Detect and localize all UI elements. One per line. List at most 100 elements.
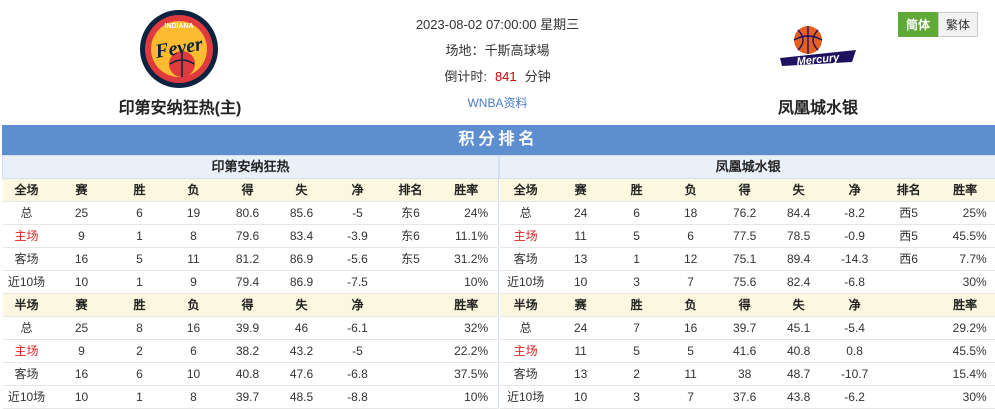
away-standings-table: 凤凰城水银 全场赛胜负得失净排名 胜率总 24 6 18 76.2 84.4 -8.2 西5 25%… [499, 155, 995, 409]
table-cell: -5 [328, 339, 387, 363]
table-cell [386, 339, 435, 363]
table-cell: 客场 [2, 247, 51, 271]
table-cell: -8.8 [328, 385, 387, 409]
table-cell: 37.5% [434, 362, 499, 386]
column-header: 赛 [50, 178, 113, 202]
column-header: 赛 [551, 178, 610, 202]
table-row: 主场 9 2 6 38.2 43.2 -5 22.2% [2, 339, 499, 363]
column-header: 胜 [609, 293, 664, 317]
fever-logo-icon[interactable]: INDIANA Fever [138, 8, 220, 90]
column-header: 失 [771, 178, 826, 202]
table-row: 客场 13 1 12 75.1 89.4 -14.3 西6 7.7% [499, 247, 995, 271]
table-cell: 东6 [386, 224, 435, 248]
column-header: 全场 [2, 178, 51, 202]
mercury-logo-icon[interactable]: Mercury [778, 22, 858, 72]
table-cell: 13 [551, 247, 610, 271]
column-header: 净 [328, 178, 387, 202]
column-header: 负 [166, 293, 221, 317]
table-cell: 近10场 [2, 385, 51, 409]
column-header: 净 [328, 293, 387, 317]
table-cell [883, 362, 934, 386]
traditional-chinese-button[interactable]: 繁体 [938, 12, 978, 37]
table-cell: 39.7 [717, 316, 772, 340]
home-team-name[interactable]: 印第安纳狂热(主) [80, 94, 280, 118]
table-cell: 10% [434, 385, 499, 409]
table-cell: 89.4 [771, 247, 826, 271]
table-cell: 86.9 [274, 270, 329, 294]
table-cell: 东6 [386, 201, 435, 225]
countdown-label: 倒计时: [444, 69, 487, 84]
table-cell: 总 [499, 201, 552, 225]
table-cell: 6 [112, 362, 167, 386]
table-cell: 18 [663, 201, 718, 225]
table-cell: 81.2 [220, 247, 275, 271]
table-cell: 47.6 [274, 362, 329, 386]
table-cell: 48.7 [771, 362, 826, 386]
table-cell: -8.2 [825, 201, 884, 225]
countdown-unit: 分钟 [524, 69, 551, 84]
table-cell: 38 [717, 362, 772, 386]
table-cell: 9 [50, 339, 113, 363]
table-cell: 25 [50, 316, 113, 340]
table-cell: 总 [2, 316, 51, 340]
table-cell: 39.9 [220, 316, 275, 340]
table-row: 总 24 7 16 39.7 45.1 -5.4 29.2% [499, 316, 995, 340]
table-cell: 12 [663, 247, 718, 271]
table-cell: 16 [50, 362, 113, 386]
table-cell: 11 [166, 247, 221, 271]
table-row: 近10场 10 1 8 39.7 48.5 -8.8 10% [2, 385, 499, 409]
table-cell: 近10场 [499, 270, 552, 294]
table-cell: 7 [609, 316, 664, 340]
table-cell: 主场 [2, 224, 51, 248]
table-cell: 近10场 [499, 385, 552, 409]
table-cell: 1 [609, 247, 664, 271]
column-header: 负 [166, 178, 221, 202]
table-cell: 31.2% [434, 247, 499, 271]
table-cell: 11 [551, 224, 610, 248]
table-cell: 22.2% [434, 339, 499, 363]
table-cell: -6.1 [328, 316, 387, 340]
table-cell: 75.1 [717, 247, 772, 271]
simplified-chinese-button[interactable]: 简体 [898, 12, 938, 37]
table-row: 客场 16 5 11 81.2 86.9 -5.6 东5 31.2% [2, 247, 499, 271]
table-cell: -10.7 [825, 362, 884, 386]
column-header: 净 [825, 293, 884, 317]
table-cell [386, 362, 435, 386]
countdown-value: 841 [494, 69, 517, 84]
standings-team-name: 凤凰城水银 [499, 155, 995, 179]
column-header: 得 [220, 293, 275, 317]
table-cell: 0.8 [825, 339, 884, 363]
table-cell: 10% [434, 270, 499, 294]
column-header: 赛 [551, 293, 610, 317]
table-row: 主场 11 5 6 77.5 78.5 -0.9 西5 45.5% [499, 224, 995, 248]
table-cell: 6 [609, 201, 664, 225]
table-cell: 总 [2, 201, 51, 225]
table-cell: 82.4 [771, 270, 826, 294]
wnba-data-link[interactable]: WNBA资料 [340, 90, 655, 116]
standings-column-header-row: 全场赛胜负得失净排名 胜率 [499, 178, 995, 202]
table-cell: 5 [609, 224, 664, 248]
table-cell: 1 [112, 270, 167, 294]
table-cell: 30% [933, 270, 995, 294]
table-cell: 10 [50, 270, 113, 294]
table-cell: 西5 [883, 224, 934, 248]
table-cell: 30% [933, 385, 995, 409]
column-header: 负 [663, 178, 718, 202]
table-cell [883, 385, 934, 409]
column-header: 胜率 [933, 293, 995, 317]
table-cell: 86.9 [274, 247, 329, 271]
table-cell: -5.4 [825, 316, 884, 340]
table-cell: 东5 [386, 247, 435, 271]
table-cell: 85.6 [274, 201, 329, 225]
column-header: 半场 [499, 293, 552, 317]
table-row: 总 25 8 16 39.9 46 -6.1 32% [2, 316, 499, 340]
table-cell: 80.6 [220, 201, 275, 225]
table-cell: -0.9 [825, 224, 884, 248]
column-header: 失 [274, 293, 329, 317]
table-cell: 6 [663, 224, 718, 248]
column-header: 胜 [609, 178, 664, 202]
away-team-name[interactable]: 凤凰城水银 [718, 94, 918, 118]
table-cell: 45.5% [933, 224, 995, 248]
table-cell: 24 [551, 316, 610, 340]
table-cell: 主场 [499, 339, 552, 363]
